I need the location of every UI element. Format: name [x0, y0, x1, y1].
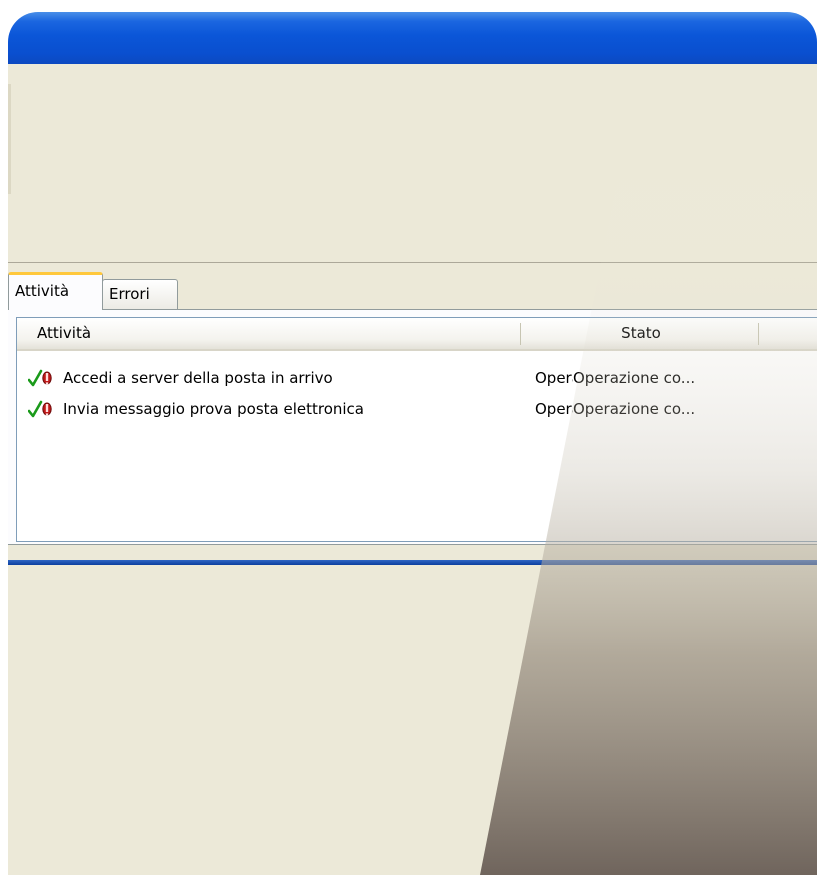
check-icon	[28, 369, 43, 387]
task-status-clipped: Operazione completata	[535, 369, 573, 387]
task-status: Operazione co...	[573, 400, 696, 418]
list-item[interactable]: Accedi a server della posta in arrivo Op…	[17, 363, 817, 393]
column-resize-handle[interactable]	[758, 323, 759, 345]
task-name: Invia messaggio prova posta elettronica	[63, 400, 364, 418]
column-header-attivita[interactable]: Attività	[37, 318, 517, 349]
tab-errori-label: Errori	[109, 285, 150, 303]
section-divider	[8, 262, 817, 263]
task-status-icons	[28, 400, 52, 418]
tab-attivita-label: Attività	[15, 282, 70, 300]
window-left-edge	[8, 84, 11, 194]
task-list[interactable]: Attività Stato Accedi a server della pos…	[16, 317, 817, 542]
bottom-separator-line	[8, 560, 817, 565]
task-name: Accedi a server della posta in arrivo	[63, 369, 333, 387]
list-header: Attività Stato	[17, 318, 817, 351]
column-resize-handle[interactable]	[520, 323, 521, 345]
error-icon	[42, 371, 52, 385]
tab-attivita[interactable]: Attività	[8, 272, 103, 310]
window-title-bar[interactable]	[8, 12, 817, 64]
column-header-stato[interactable]: Stato	[523, 318, 759, 349]
task-status: Operazione co...	[573, 369, 696, 387]
tab-errori[interactable]: Errori	[102, 279, 178, 309]
error-icon	[42, 402, 52, 416]
task-status-icons	[28, 369, 52, 387]
list-item[interactable]: Invia messaggio prova posta elettronica …	[17, 394, 817, 424]
task-status-clipped: Operazione completata	[535, 400, 573, 418]
check-icon	[28, 400, 43, 418]
